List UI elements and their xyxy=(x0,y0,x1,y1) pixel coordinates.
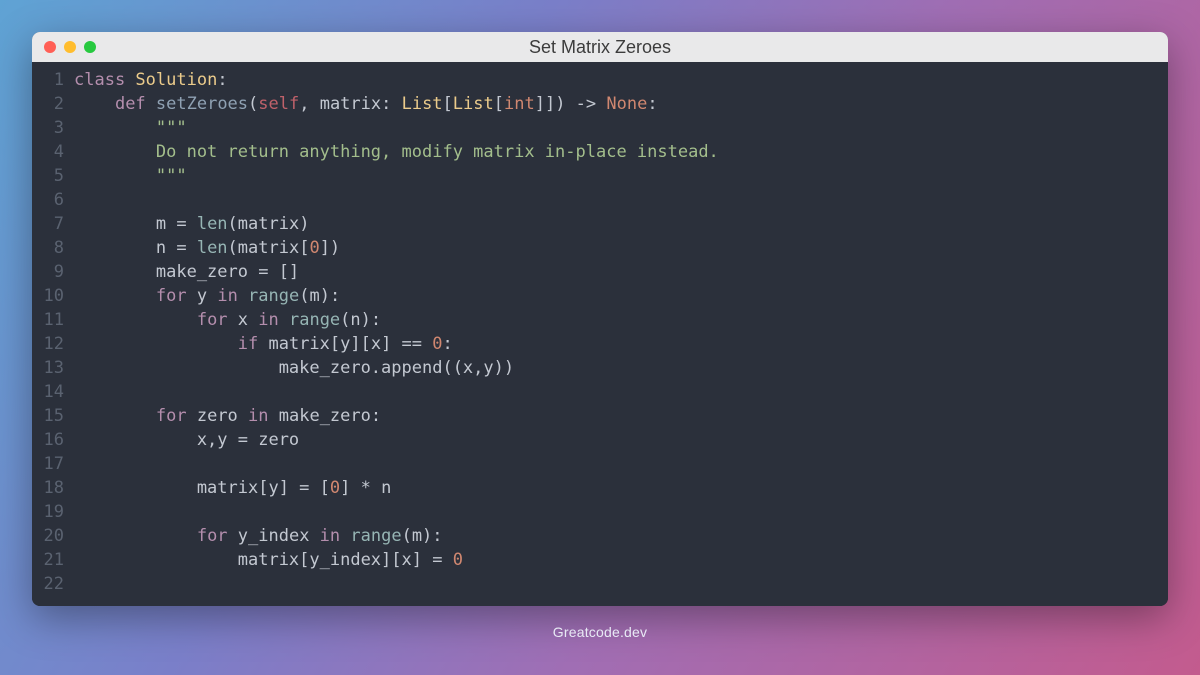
code-line: Do not return anything, modify matrix in… xyxy=(74,140,1148,164)
titlebar: Set Matrix Zeroes xyxy=(32,32,1168,62)
code-line: def setZeroes(self, matrix: List[List[in… xyxy=(74,92,1148,116)
code-line xyxy=(74,452,1148,476)
line-number: 9 xyxy=(32,260,64,284)
code-line: matrix[y] = [0] * n xyxy=(74,476,1148,500)
line-number: 13 xyxy=(32,356,64,380)
line-number: 19 xyxy=(32,500,64,524)
line-number: 1 xyxy=(32,68,64,92)
code-content[interactable]: class Solution: def setZeroes(self, matr… xyxy=(74,68,1168,596)
line-number: 14 xyxy=(32,380,64,404)
line-number: 2 xyxy=(32,92,64,116)
code-line: make_zero.append((x,y)) xyxy=(74,356,1148,380)
line-number: 12 xyxy=(32,332,64,356)
line-number: 5 xyxy=(32,164,64,188)
code-line: class Solution: xyxy=(74,68,1148,92)
line-number: 4 xyxy=(32,140,64,164)
line-number: 11 xyxy=(32,308,64,332)
code-window: Set Matrix Zeroes 1234567891011121314151… xyxy=(32,32,1168,606)
line-number: 17 xyxy=(32,452,64,476)
footer-credit: Greatcode.dev xyxy=(553,624,647,640)
line-number: 20 xyxy=(32,524,64,548)
code-line xyxy=(74,500,1148,524)
code-line: """ xyxy=(74,164,1148,188)
line-number: 15 xyxy=(32,404,64,428)
code-line: for y in range(m): xyxy=(74,284,1148,308)
line-number: 3 xyxy=(32,116,64,140)
code-line: n = len(matrix[0]) xyxy=(74,236,1148,260)
line-number: 6 xyxy=(32,188,64,212)
line-number: 8 xyxy=(32,236,64,260)
minimize-icon[interactable] xyxy=(64,41,76,53)
window-title: Set Matrix Zeroes xyxy=(32,37,1168,58)
close-icon[interactable] xyxy=(44,41,56,53)
line-number: 18 xyxy=(32,476,64,500)
maximize-icon[interactable] xyxy=(84,41,96,53)
code-line xyxy=(74,572,1148,596)
code-line xyxy=(74,380,1148,404)
line-number: 22 xyxy=(32,572,64,596)
line-number: 21 xyxy=(32,548,64,572)
window-controls xyxy=(44,41,96,53)
code-line: m = len(matrix) xyxy=(74,212,1148,236)
editor-pane: 12345678910111213141516171819202122 clas… xyxy=(32,62,1168,606)
code-line xyxy=(74,188,1148,212)
code-line: x,y = zero xyxy=(74,428,1148,452)
line-number-gutter: 12345678910111213141516171819202122 xyxy=(32,68,74,596)
line-number: 10 xyxy=(32,284,64,308)
code-line: if matrix[y][x] == 0: xyxy=(74,332,1148,356)
code-line: make_zero = [] xyxy=(74,260,1148,284)
code-line: matrix[y_index][x] = 0 xyxy=(74,548,1148,572)
code-line: for y_index in range(m): xyxy=(74,524,1148,548)
line-number: 7 xyxy=(32,212,64,236)
line-number: 16 xyxy=(32,428,64,452)
code-line: """ xyxy=(74,116,1148,140)
code-line: for x in range(n): xyxy=(74,308,1148,332)
code-line: for zero in make_zero: xyxy=(74,404,1148,428)
